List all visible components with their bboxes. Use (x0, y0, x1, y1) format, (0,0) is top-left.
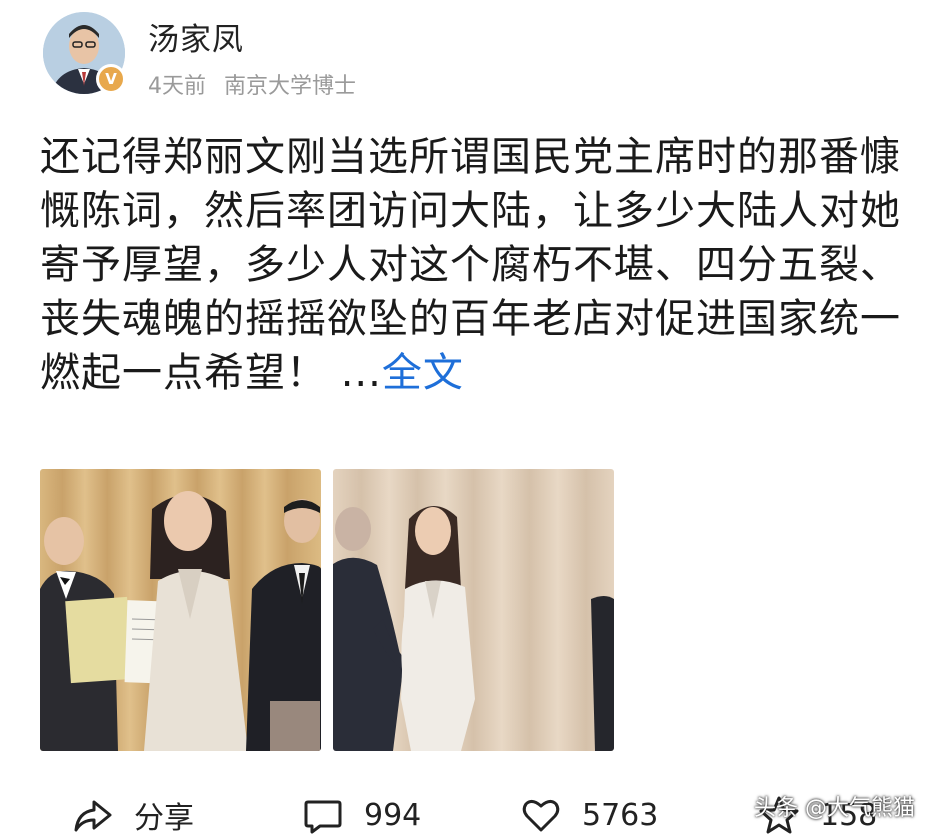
post-meta: 4天前 南京大学博士 (148, 68, 356, 100)
post-image-1[interactable] (40, 469, 321, 751)
share-button[interactable]: 分享 (72, 793, 194, 837)
share-label: 分享 (134, 801, 194, 836)
post-image-2[interactable] (333, 469, 614, 751)
author-title: 南京大学博士 (224, 74, 357, 99)
author-name[interactable]: 汤家凤 (148, 14, 244, 59)
like-count: 5763 (582, 797, 659, 833)
share-icon (74, 800, 112, 832)
watermark: 头条 @大气熊猫 (754, 796, 915, 821)
comment-button[interactable]: 994 (302, 793, 421, 837)
full-text-link[interactable]: 全文 (382, 350, 464, 396)
post-text[interactable]: 还记得郑丽文刚当选所谓国民党主席时的那番慷慨陈词，然后率团访问大陆，让多少大陆人… (40, 130, 910, 400)
ellipsis: ... (340, 350, 382, 396)
post-body: 还记得郑丽文刚当选所谓国民党主席时的那番慷慨陈词，然后率团访问大陆，让多少大陆人… (40, 134, 901, 396)
comment-count: 994 (364, 797, 422, 833)
verified-badge: V (96, 64, 126, 94)
post-page: V 汤家凤 4天前 南京大学博士 还记得郑丽文刚当选所谓国民党主席时的那番慷慨陈词… (0, 0, 946, 838)
comment-icon (304, 800, 342, 834)
like-button[interactable]: 5763 (520, 793, 658, 837)
heart-icon (522, 799, 560, 832)
post-time: 4天前 (148, 74, 206, 99)
